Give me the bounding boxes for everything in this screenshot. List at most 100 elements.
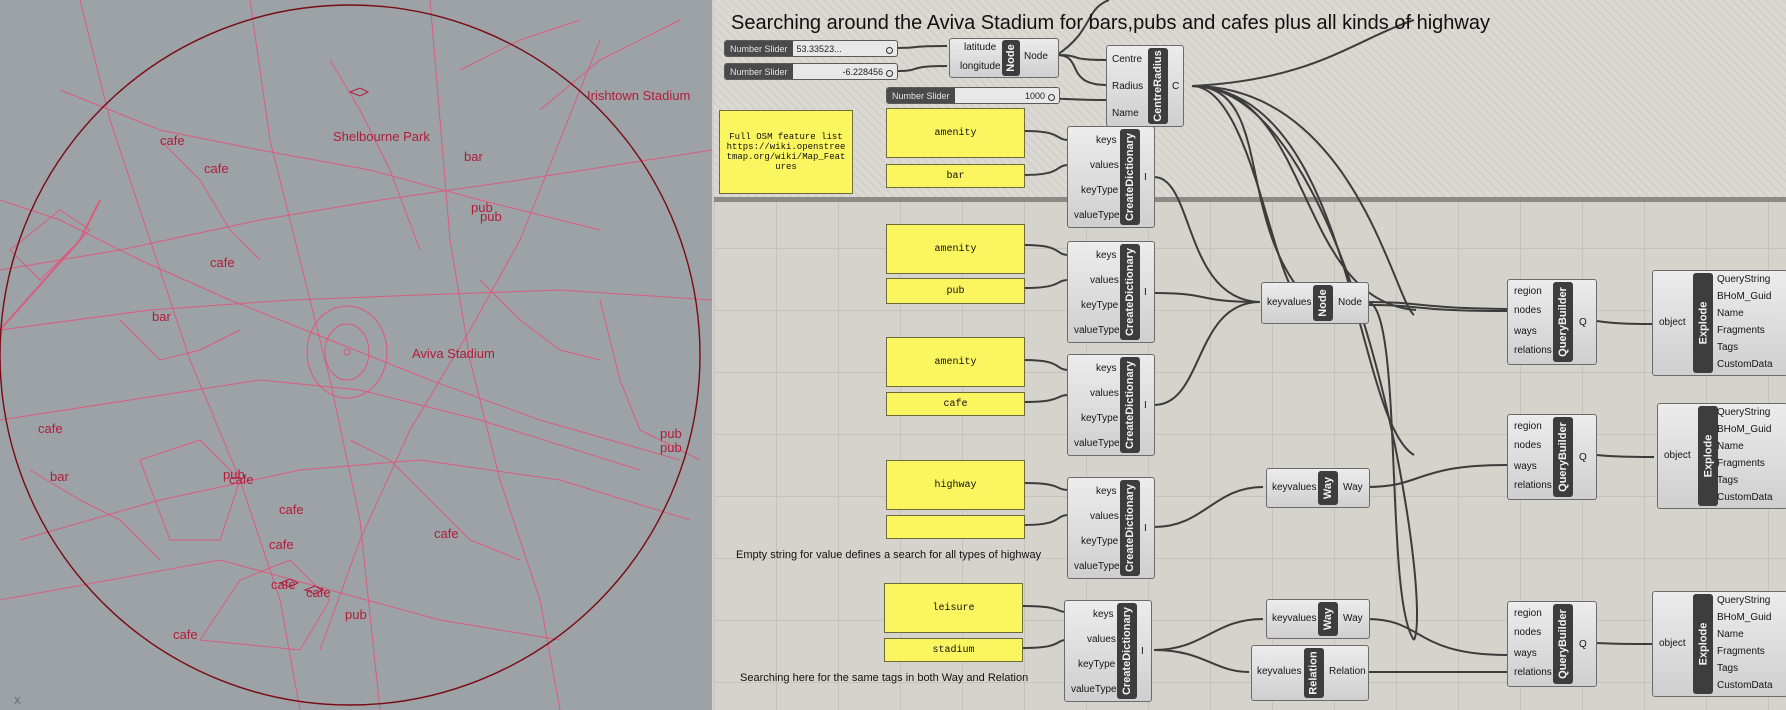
port-label: BHoM_Guid (1717, 424, 1772, 435)
key-panel-amenity[interactable]: amenity (886, 337, 1025, 387)
keyvalues-way-component[interactable]: keyvalues Way Way (1266, 468, 1370, 508)
port-label: keyvalues (1272, 482, 1317, 493)
value-panel-cafe[interactable]: cafe (886, 392, 1025, 416)
port-label: region (1514, 608, 1542, 619)
port-label: valueType (1074, 325, 1120, 336)
port-label: region (1514, 421, 1542, 432)
port-label: CustomData (1717, 492, 1773, 503)
map-label: cafe (160, 133, 185, 148)
map-label: Aviva Stadium (412, 346, 495, 361)
longitude-slider[interactable]: Number Slider -6.228456 (724, 63, 898, 80)
port-label: BHoM_Guid (1717, 612, 1772, 623)
port-label: values (1090, 511, 1119, 522)
query-builder-component[interactable]: region nodes ways relations QueryBuilder… (1507, 414, 1597, 500)
keyvalues-relation-component[interactable]: keyvalues Relation Relation (1251, 645, 1369, 701)
slider-value: 53.33523... (793, 44, 897, 54)
port-label: Tags (1717, 663, 1739, 674)
radius-slider[interactable]: Number Slider 1000 (886, 87, 1060, 104)
keyvalues-way-component[interactable]: keyvalues Way Way (1266, 599, 1370, 639)
port-label: nodes (1514, 627, 1542, 638)
port-label: Way (1343, 613, 1363, 624)
port-label: keyType (1081, 185, 1119, 196)
key-panel-amenity[interactable]: amenity (886, 108, 1025, 158)
port-label: Node (1338, 297, 1362, 308)
port-label: Q (1579, 452, 1587, 463)
port-label: C (1172, 81, 1180, 92)
map-label: pub (480, 209, 502, 224)
map-label: cafe (434, 526, 459, 541)
component-name: QueryBuilder (1557, 422, 1569, 492)
port-label: keyType (1081, 300, 1119, 311)
port-label: Q (1579, 317, 1587, 328)
map-label: bar (464, 149, 483, 164)
port-label: Tags (1717, 475, 1739, 486)
osm-feature-panel[interactable]: Full OSM feature list https://wiki.opens… (719, 110, 853, 194)
component-name: Explode (1697, 301, 1710, 345)
key-panel-amenity[interactable]: amenity (886, 224, 1025, 274)
component-name: Node (1317, 289, 1329, 317)
port-label: keyType (1081, 536, 1119, 547)
component-name: CreateDictionary (1124, 132, 1137, 222)
port-label: Name (1717, 308, 1744, 319)
component-name: CreateDictionary (1124, 247, 1137, 337)
port-label: QueryString (1717, 274, 1771, 285)
explode-component[interactable]: object Explode QueryString BHoM_Guid Nam… (1652, 591, 1786, 697)
port-label: keyvalues (1267, 297, 1312, 308)
port-label: BHoM_Guid (1717, 291, 1772, 302)
port-label: keys (1096, 363, 1117, 374)
map-label: pub (345, 607, 367, 622)
map-label: cafe (173, 627, 198, 642)
create-dictionary-component[interactable]: keys values keyType valueType CreateDict… (1067, 126, 1155, 228)
port-label: Node (1024, 51, 1048, 62)
component-name: CreateDictionary (1124, 483, 1137, 573)
component-name: Relation (1308, 651, 1320, 695)
port-label: keys (1093, 609, 1114, 620)
port-label: I (1144, 172, 1147, 183)
create-dictionary-component[interactable]: keys values keyType valueType CreateDict… (1067, 354, 1155, 456)
port-label: region (1514, 286, 1542, 297)
component-name: Way (1322, 476, 1334, 500)
node-component[interactable]: latitude longitude Node Node (949, 38, 1059, 78)
map-label: Irishtown Stadium (587, 88, 691, 103)
value-panel-empty[interactable] (886, 515, 1025, 539)
value-panel-pub[interactable]: pub (886, 278, 1025, 304)
map-label: cafe (229, 472, 254, 487)
map-label: cafe (269, 537, 294, 552)
slider-value: 1000 (955, 91, 1059, 101)
key-panel-highway[interactable]: highway (886, 460, 1025, 510)
query-builder-component[interactable]: region nodes ways relations QueryBuilder… (1507, 601, 1597, 687)
port-label: Fragments (1717, 458, 1765, 469)
slider-label: Number Slider (725, 64, 793, 79)
port-label: object (1659, 638, 1686, 649)
keyvalues-node-component[interactable]: keyvalues Node Node (1261, 282, 1369, 324)
component-name: Explode (1702, 434, 1715, 478)
value-panel-stadium[interactable]: stadium (884, 638, 1023, 662)
port-label: Name (1717, 629, 1744, 640)
centre-radius-component[interactable]: Centre Radius Name CentreRadius C (1106, 45, 1184, 127)
explode-component[interactable]: object Explode QueryString BHoM_Guid Nam… (1652, 270, 1786, 376)
port-label: relations (1514, 480, 1552, 491)
create-dictionary-component[interactable]: keys values keyType valueType CreateDict… (1067, 477, 1155, 579)
rhino-viewport[interactable]: Irishtown Stadium Shelbourne Park cafe c… (0, 0, 712, 710)
explode-component[interactable]: object Explode QueryString BHoM_Guid Nam… (1657, 403, 1786, 509)
port-label: Way (1343, 482, 1363, 493)
port-label: Fragments (1717, 646, 1765, 657)
create-dictionary-component[interactable]: keys values keyType valueType CreateDict… (1067, 241, 1155, 343)
latitude-slider[interactable]: Number Slider 53.33523... (724, 40, 898, 57)
port-label: QueryString (1717, 595, 1771, 606)
key-panel-leisure[interactable]: leisure (884, 583, 1023, 633)
axis-indicator: X (14, 696, 21, 707)
map-label: cafe (279, 502, 304, 517)
port-label: keyType (1078, 659, 1116, 670)
create-dictionary-component[interactable]: keys values keyType valueType CreateDict… (1064, 600, 1152, 702)
port-label: CustomData (1717, 359, 1773, 370)
port-label: nodes (1514, 440, 1542, 451)
map-label: pub (660, 440, 682, 455)
port-label: valueType (1071, 684, 1117, 695)
query-builder-component[interactable]: region nodes ways relations QueryBuilder… (1507, 279, 1597, 365)
map-label: bar (50, 469, 69, 484)
value-panel-bar[interactable]: bar (886, 164, 1025, 188)
port-label: relations (1514, 667, 1552, 678)
slider-label: Number Slider (725, 41, 793, 56)
component-name: QueryBuilder (1557, 287, 1569, 357)
